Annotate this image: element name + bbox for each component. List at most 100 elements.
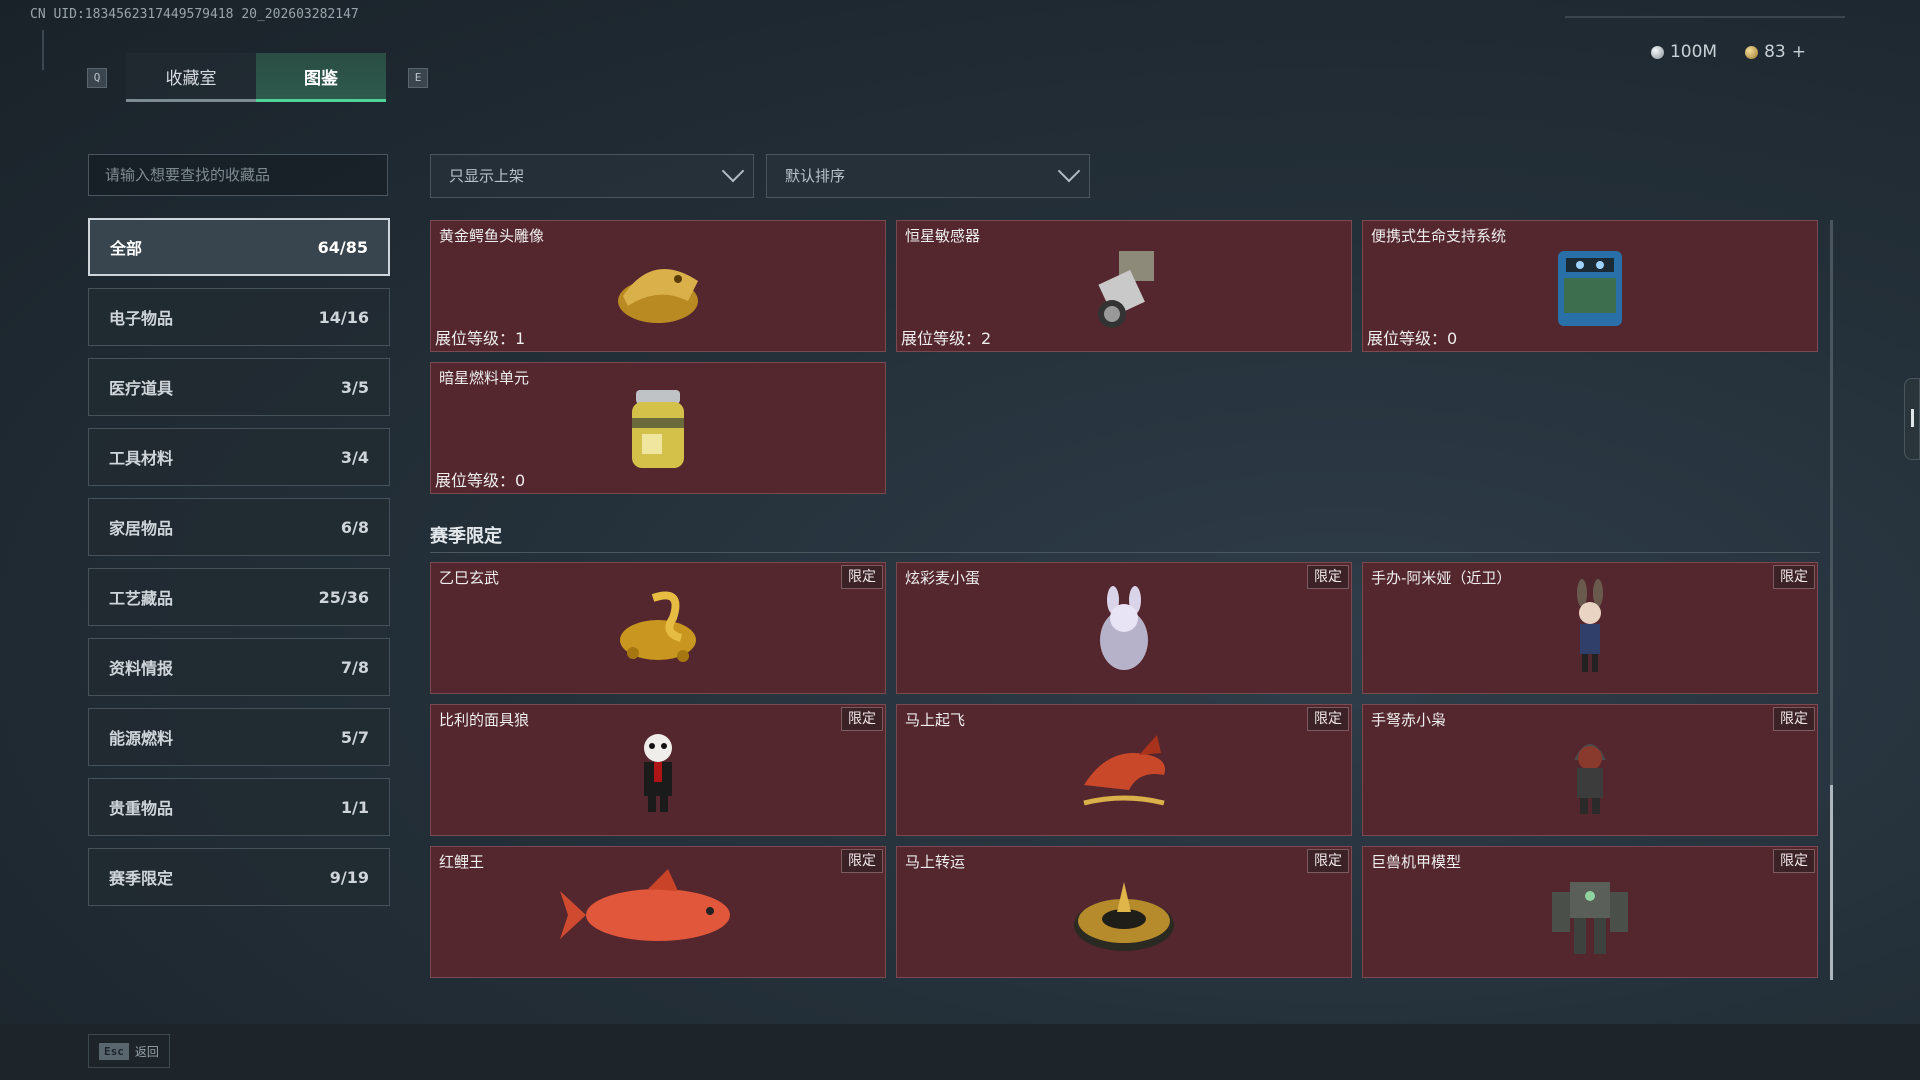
category-energy[interactable]: 能源燃料 5/7 xyxy=(88,708,390,766)
chevron-down-icon xyxy=(1057,159,1081,183)
sort-value: 默认排序 xyxy=(785,167,846,185)
fortune-wheel-icon xyxy=(1074,882,1174,951)
collection-card[interactable]: 巨兽机甲模型 限定 xyxy=(1362,846,1818,978)
limited-badge: 限定 xyxy=(841,565,883,589)
category-label: 赛季限定 xyxy=(109,869,174,888)
collection-card[interactable]: 比利的面具狼 限定 xyxy=(430,704,886,836)
dark-star-fuel-cell-icon xyxy=(632,390,684,468)
gold-currency[interactable]: 83 + xyxy=(1745,42,1806,62)
back-button[interactable]: Esc 返回 xyxy=(88,1034,170,1068)
section-divider xyxy=(430,552,1820,553)
category-medical[interactable]: 医疗道具 3/5 xyxy=(88,358,390,416)
amiya-figure-icon xyxy=(1577,579,1603,672)
category-count: 64/85 xyxy=(317,237,368,257)
display-filter-dropdown[interactable]: 只显示上架 xyxy=(430,154,754,198)
category-season[interactable]: 赛季限定 9/19 xyxy=(88,848,390,906)
collection-card[interactable]: 马上转运 限定 xyxy=(896,846,1352,978)
sort-dropdown[interactable]: 默认排序 xyxy=(766,154,1090,198)
esc-key-icon: Esc xyxy=(99,1042,129,1060)
category-tools[interactable]: 工具材料 3/4 xyxy=(88,428,390,486)
collection-card[interactable]: 黄金鳄鱼头雕像 展位等级：1 xyxy=(430,220,886,352)
back-label: 返回 xyxy=(134,1044,159,1059)
collection-card[interactable]: 恒星敏感器 展位等级：2 xyxy=(896,220,1352,352)
collection-card[interactable]: 手办-阿米娅（近卫） 限定 xyxy=(1362,562,1818,694)
item-name: 便携式生命支持系统 xyxy=(1371,227,1507,245)
item-name: 比利的面具狼 xyxy=(439,711,530,729)
side-panel-handle[interactable] xyxy=(1904,378,1920,460)
collection-card[interactable]: 便携式生命支持系统 展位等级：0 xyxy=(1362,220,1818,352)
category-count: 3/5 xyxy=(340,377,369,397)
item-name: 乙巳玄武 xyxy=(439,569,500,587)
side-decoration xyxy=(42,30,50,70)
item-name: 炫彩麦小蛋 xyxy=(905,569,981,587)
limited-badge: 限定 xyxy=(1773,707,1815,731)
gold-coin-icon xyxy=(1745,45,1759,59)
limited-badge: 限定 xyxy=(841,707,883,731)
category-valuables[interactable]: 贵重物品 1/1 xyxy=(88,778,390,836)
item-name: 马上起飞 xyxy=(905,711,966,729)
crocodile-head-statue-icon xyxy=(618,269,698,323)
display-filter-value: 只显示上架 xyxy=(449,167,525,185)
limited-badge: 限定 xyxy=(841,849,883,873)
search-input[interactable]: 请输入想要查找的收藏品 xyxy=(88,154,388,196)
tab-catalog[interactable]: 图鉴 xyxy=(256,53,386,102)
category-count: 1/1 xyxy=(340,797,369,817)
billy-puppet-figure-icon xyxy=(644,734,672,812)
category-count: 9/19 xyxy=(329,867,369,887)
flying-horse-icon xyxy=(1083,735,1165,806)
collection-card[interactable]: 红鲤王 限定 xyxy=(430,846,886,978)
category-count: 7/8 xyxy=(340,657,369,677)
category-label: 贵重物品 xyxy=(109,799,174,818)
category-label: 全部 xyxy=(110,239,143,258)
rainbow-egg-figure-icon xyxy=(1100,586,1148,670)
golden-turtle-snake-icon xyxy=(620,591,696,662)
category-label: 工艺藏品 xyxy=(109,589,174,608)
category-label: 资料情报 xyxy=(109,659,174,678)
collection-card[interactable]: 炫彩麦小蛋 限定 xyxy=(896,562,1352,694)
display-level: 展位等级：2 xyxy=(901,329,992,348)
top-tabs: 收藏室 图鉴 xyxy=(126,53,386,102)
footer-bar xyxy=(0,1024,1920,1080)
q-key-hint: Q xyxy=(87,68,107,88)
category-label: 电子物品 xyxy=(109,309,174,328)
item-name: 马上转运 xyxy=(905,853,966,871)
item-name: 红鲤王 xyxy=(439,853,485,871)
collection-card[interactable]: 乙巳玄武 限定 xyxy=(430,562,886,694)
red-koi-fish-icon xyxy=(560,869,730,941)
limited-badge: 限定 xyxy=(1773,849,1815,873)
category-crafts[interactable]: 工艺藏品 25/36 xyxy=(88,568,390,626)
category-count: 3/4 xyxy=(340,447,369,467)
collection-card[interactable]: 暗星燃料单元 展位等级：0 xyxy=(430,362,886,494)
category-label: 家居物品 xyxy=(109,519,174,538)
item-name: 黄金鳄鱼头雕像 xyxy=(439,227,545,245)
category-electronics[interactable]: 电子物品 14/16 xyxy=(88,288,390,346)
limited-badge: 限定 xyxy=(1307,849,1349,873)
collection-card[interactable]: 马上起飞 限定 xyxy=(896,704,1352,836)
display-level: 展位等级：0 xyxy=(1367,329,1458,348)
category-list: 全部 64/85 电子物品 14/16 医疗道具 3/5 工具材料 3/4 家居物品 6/… xyxy=(88,218,390,918)
top-divider xyxy=(1565,16,1845,18)
add-gold-button[interactable]: + xyxy=(1792,42,1806,62)
collection-card[interactable]: 手弩赤小枭 限定 xyxy=(1362,704,1818,836)
item-name: 手弩赤小枭 xyxy=(1371,711,1447,729)
crossbow-owl-figure-icon xyxy=(1574,744,1606,814)
silver-coin-icon xyxy=(1650,45,1664,59)
e-key-hint: E xyxy=(408,68,428,88)
category-label: 医疗道具 xyxy=(109,379,174,398)
category-all[interactable]: 全部 64/85 xyxy=(88,218,390,276)
item-name: 巨兽机甲模型 xyxy=(1371,853,1462,871)
uid-text: CN UID:1834562317449579418 20_2026032821… xyxy=(30,7,359,22)
silver-amount: 100M xyxy=(1669,42,1718,62)
display-level: 展位等级：0 xyxy=(435,471,526,490)
category-count: 5/7 xyxy=(340,727,369,747)
mech-model-icon xyxy=(1552,882,1628,954)
category-household[interactable]: 家居物品 6/8 xyxy=(88,498,390,556)
item-name: 手办-阿米娅（近卫） xyxy=(1371,569,1512,587)
category-intel[interactable]: 资料情报 7/8 xyxy=(88,638,390,696)
limited-badge: 限定 xyxy=(1307,707,1349,731)
grid-scrollbar[interactable] xyxy=(1830,220,1833,980)
collection-grid: 黄金鳄鱼头雕像 展位等级：1 恒星敏感器 展位等级：2 便携式生命支持系统 展位… xyxy=(430,220,1825,980)
item-name: 恒星敏感器 xyxy=(905,227,981,245)
scrollbar-thumb[interactable] xyxy=(1830,785,1833,980)
tab-collection-room[interactable]: 收藏室 xyxy=(126,53,256,102)
